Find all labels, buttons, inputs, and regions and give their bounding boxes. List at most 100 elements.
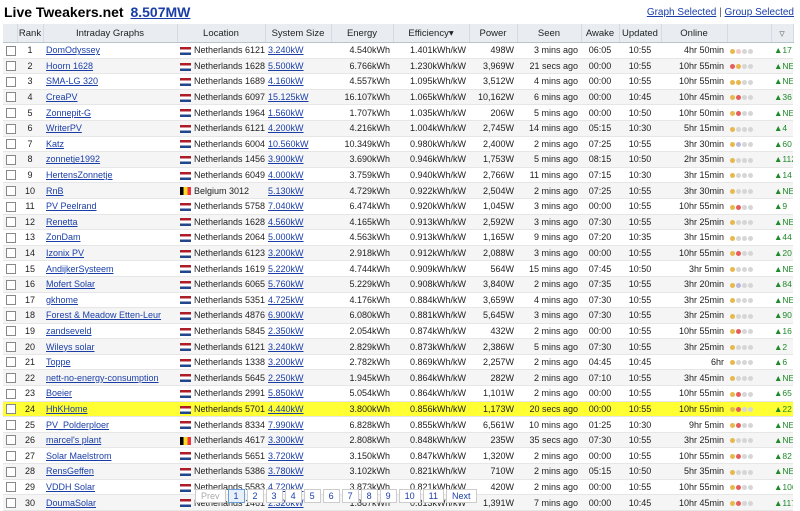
system-size-link[interactable]: 1.560kW bbox=[268, 108, 304, 118]
graph-dots[interactable] bbox=[730, 155, 754, 165]
graph-selected-link[interactable]: Graph Selected bbox=[647, 7, 717, 18]
system-link[interactable]: zandseveld bbox=[46, 326, 92, 336]
row-checkbox[interactable] bbox=[6, 201, 16, 212]
row-checkbox[interactable] bbox=[6, 123, 16, 134]
system-size-link[interactable]: 4.560kW bbox=[268, 217, 304, 227]
system-size-link[interactable]: 7.040kW bbox=[268, 201, 304, 211]
graph-dots[interactable] bbox=[730, 77, 754, 87]
system-link[interactable]: DomOdyssey bbox=[46, 45, 100, 55]
row-checkbox[interactable] bbox=[6, 451, 16, 462]
col-awake[interactable]: Awake bbox=[581, 24, 620, 43]
table-row[interactable]: 7 Katz Netherlands 6004 10.560kW 10.349kWh 0.… bbox=[3, 136, 793, 153]
system-link[interactable]: ZonDam bbox=[46, 232, 81, 242]
system-link[interactable]: Izonix PV bbox=[46, 248, 84, 258]
system-link[interactable]: RnB bbox=[46, 186, 64, 196]
system-size-link[interactable]: 3.780kW bbox=[268, 466, 304, 476]
col-online[interactable]: Online bbox=[661, 24, 728, 43]
col-energy[interactable]: Energy bbox=[331, 24, 394, 43]
col-rank[interactable]: Rank bbox=[17, 24, 44, 43]
system-link[interactable]: nett-no-energy-consumption bbox=[46, 373, 159, 383]
system-size-link[interactable]: 5.500kW bbox=[268, 61, 304, 71]
filter-icon[interactable]: ▿ bbox=[779, 28, 785, 40]
table-row[interactable]: 16 Mofert Solar Netherlands 6065 5.760kW 5.2… bbox=[3, 276, 793, 293]
row-checkbox[interactable] bbox=[6, 61, 16, 72]
system-size-link[interactable]: 4.200kW bbox=[268, 123, 304, 133]
system-link[interactable]: zonnetje1992 bbox=[46, 154, 100, 164]
row-checkbox[interactable] bbox=[6, 295, 16, 306]
table-row[interactable]: 6 WriterPV Netherlands 6121 4.200kW 4.216kWh… bbox=[3, 120, 793, 137]
row-checkbox[interactable] bbox=[6, 341, 16, 352]
graph-dots[interactable] bbox=[730, 217, 754, 227]
system-link[interactable]: Solar Maelstrom bbox=[46, 451, 112, 461]
system-size-link[interactable]: 2.350kW bbox=[268, 326, 304, 336]
system-link[interactable]: PV Peelrand bbox=[46, 201, 97, 211]
graph-dots[interactable] bbox=[730, 186, 754, 196]
table-row[interactable]: 25 PV_Polderploer Netherlands 8334 7.990kW 6… bbox=[3, 416, 793, 433]
system-link[interactable]: Hoorn 1628 bbox=[46, 61, 93, 71]
table-row[interactable]: 12 Renetta Netherlands 1628 4.560kW 4.165kWh… bbox=[3, 214, 793, 231]
graph-dots[interactable] bbox=[730, 482, 754, 492]
system-size-link[interactable]: 10.560kW bbox=[268, 139, 309, 149]
system-size-link[interactable]: 4.000kW bbox=[268, 170, 304, 180]
system-size-link[interactable]: 6.900kW bbox=[268, 310, 304, 320]
row-checkbox[interactable] bbox=[6, 45, 16, 56]
table-row[interactable]: 9 HertensZonnetje Netherlands 6049 4.000kW 3… bbox=[3, 167, 793, 184]
col-location[interactable]: Location bbox=[177, 24, 266, 43]
page-8-button[interactable]: 8 bbox=[360, 489, 378, 503]
graph-dots[interactable] bbox=[730, 233, 754, 243]
group-selected-link[interactable]: Group Selected bbox=[725, 7, 795, 18]
table-row[interactable]: 18 Forest & Meadow Etten-Leur Netherlands … bbox=[3, 307, 793, 324]
system-size-link[interactable]: 3.300kW bbox=[268, 435, 304, 445]
system-size-link[interactable]: 4.440kW bbox=[268, 404, 304, 414]
row-checkbox[interactable] bbox=[6, 263, 16, 274]
table-row[interactable]: 1 DomOdyssey Netherlands 6121 3.240kW 4.540k… bbox=[3, 42, 793, 59]
col-seen[interactable]: Seen bbox=[517, 24, 582, 43]
row-checkbox[interactable] bbox=[6, 139, 16, 150]
row-checkbox[interactable] bbox=[6, 373, 16, 384]
graph-dots[interactable] bbox=[730, 404, 754, 414]
graph-dots[interactable] bbox=[730, 451, 754, 461]
table-row[interactable]: 27 Solar Maelstrom Netherlands 5651 3.720kW… bbox=[3, 447, 793, 465]
next-page-button[interactable]: Next bbox=[446, 489, 477, 503]
system-link[interactable]: AndijkerSysteem bbox=[46, 264, 114, 274]
system-link[interactable]: CreaPV bbox=[46, 92, 78, 102]
graph-dots[interactable] bbox=[730, 124, 754, 134]
row-checkbox[interactable] bbox=[6, 388, 16, 399]
system-size-link[interactable]: 5.220kW bbox=[268, 264, 304, 274]
graph-dots[interactable] bbox=[730, 280, 754, 290]
table-row[interactable]: 4 CreaPV Netherlands 6097 15.125kW 16.107kWh… bbox=[3, 89, 793, 106]
graph-dots[interactable] bbox=[730, 264, 754, 274]
row-checkbox[interactable] bbox=[6, 279, 16, 290]
graph-dots[interactable] bbox=[730, 311, 754, 321]
row-checkbox[interactable] bbox=[6, 404, 16, 415]
page-6-button[interactable]: 6 bbox=[322, 489, 340, 503]
col-system-size[interactable]: System Size bbox=[265, 24, 332, 43]
graph-dots[interactable] bbox=[730, 467, 754, 477]
table-row[interactable]: 22 nett-no-energy-consumption Netherlands … bbox=[3, 369, 793, 387]
system-link[interactable]: Toppe bbox=[46, 357, 71, 367]
row-checkbox[interactable] bbox=[6, 310, 16, 321]
row-checkbox[interactable] bbox=[6, 248, 16, 259]
table-row[interactable]: 28 RensGeffen Netherlands 5386 3.780kW 3.102… bbox=[3, 463, 793, 480]
col-graphs[interactable]: Intraday Graphs bbox=[43, 24, 178, 43]
table-row[interactable]: 17 gkhome Netherlands 5351 4.725kW 4.176kWh 0… bbox=[3, 292, 793, 309]
graph-dots[interactable] bbox=[730, 139, 754, 149]
system-link[interactable]: WriterPV bbox=[46, 123, 82, 133]
system-link[interactable]: RensGeffen bbox=[46, 466, 94, 476]
row-checkbox[interactable] bbox=[6, 419, 16, 430]
col-efficiency[interactable]: Efficiency▾ bbox=[393, 24, 470, 43]
system-size-link[interactable]: 5.760kW bbox=[268, 279, 304, 289]
row-checkbox[interactable] bbox=[6, 326, 16, 337]
graph-dots[interactable] bbox=[730, 92, 754, 102]
system-link[interactable]: gkhome bbox=[46, 295, 78, 305]
table-row[interactable]: 24 HhKHome Netherlands 5701 4.440kW 3.800kWh… bbox=[3, 401, 793, 418]
row-checkbox[interactable] bbox=[6, 76, 16, 87]
row-checkbox[interactable] bbox=[6, 232, 16, 243]
system-size-link[interactable]: 3.240kW bbox=[268, 342, 304, 352]
table-row[interactable]: 2 Hoorn 1628 Netherlands 1628 5.500kW 6.766k… bbox=[3, 58, 793, 75]
system-size-link[interactable]: 3.900kW bbox=[268, 154, 304, 164]
system-size-link[interactable]: 4.725kW bbox=[268, 295, 304, 305]
graph-dots[interactable] bbox=[730, 202, 754, 212]
row-checkbox[interactable] bbox=[6, 357, 16, 368]
system-link[interactable]: Renetta bbox=[46, 217, 78, 227]
